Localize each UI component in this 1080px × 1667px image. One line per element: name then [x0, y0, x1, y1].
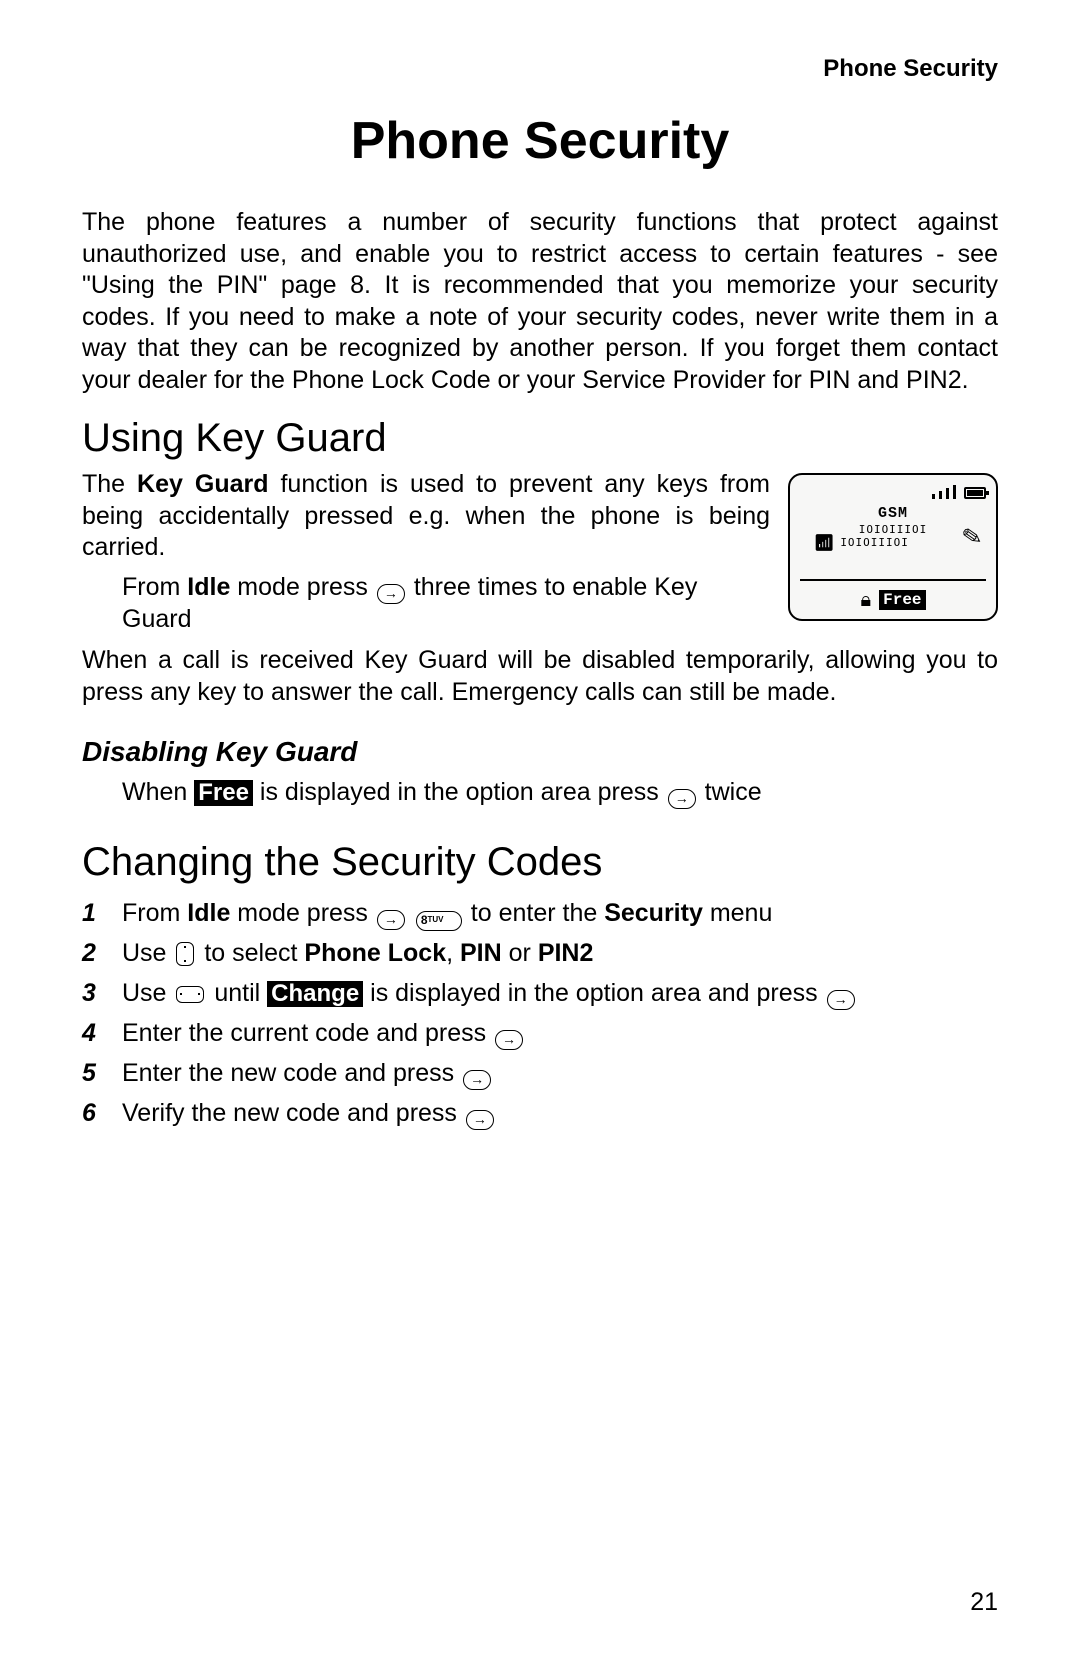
step-6: Verify the new code and press → — [82, 1093, 998, 1133]
barcode-text-2: IOIOIIIOI — [840, 536, 909, 549]
select-key-icon: → — [377, 910, 405, 930]
heading-using-key-guard: Using Key Guard — [82, 416, 998, 461]
select-key-icon: → — [463, 1070, 491, 1090]
select-key-icon: → — [495, 1030, 523, 1050]
step-3: Use until Change is displayed in the opt… — [82, 973, 998, 1013]
keyguard-paragraph-2: When a call is received Key Guard will b… — [82, 645, 998, 708]
signal-battery-icons — [932, 485, 986, 499]
select-key-icon: → — [668, 789, 696, 809]
change-badge: Change — [267, 981, 363, 1007]
header-section-label: Phone Security — [82, 55, 998, 83]
step-1: From Idle mode press → 8TUV to enter the… — [82, 893, 998, 933]
page-number: 21 — [970, 1588, 998, 1617]
disable-keyguard-instruction: When Free is displayed in the option are… — [122, 774, 998, 812]
battery-icon — [964, 487, 986, 499]
heading-disabling-key-guard: Disabling Key Guard — [82, 736, 998, 768]
free-label: Free — [879, 590, 925, 610]
antenna-icon: 📶︎ — [814, 533, 834, 552]
steps-list: From Idle mode press → 8TUV to enter the… — [82, 893, 998, 1133]
gsm-label: GSM — [878, 505, 908, 522]
free-badge: Free — [194, 780, 253, 806]
select-key-icon: → — [827, 990, 855, 1010]
intro-paragraph: The phone features a number of security … — [82, 207, 998, 396]
chapter-title: Phone Security — [82, 111, 998, 171]
lock-icon: 🔒︎ — [860, 589, 871, 612]
heading-changing-security-codes: Changing the Security Codes — [82, 840, 998, 885]
up-down-key-icon — [176, 942, 194, 966]
select-key-icon: → — [466, 1110, 494, 1130]
phone-screen-illustration: GSM IOIOIIIOI 📶︎ IOIOIIIOI ✎ 🔒︎ Free — [788, 473, 998, 621]
step-2: Use to select Phone Lock, PIN or PIN2 — [82, 933, 998, 973]
left-right-key-icon — [176, 986, 204, 1003]
pencil-icon: ✎ — [960, 521, 985, 553]
step-4: Enter the current code and press → — [82, 1013, 998, 1053]
step-5: Enter the new code and press → — [82, 1053, 998, 1093]
key-8-icon: 8TUV — [416, 911, 462, 931]
select-key-icon: → — [377, 584, 405, 604]
